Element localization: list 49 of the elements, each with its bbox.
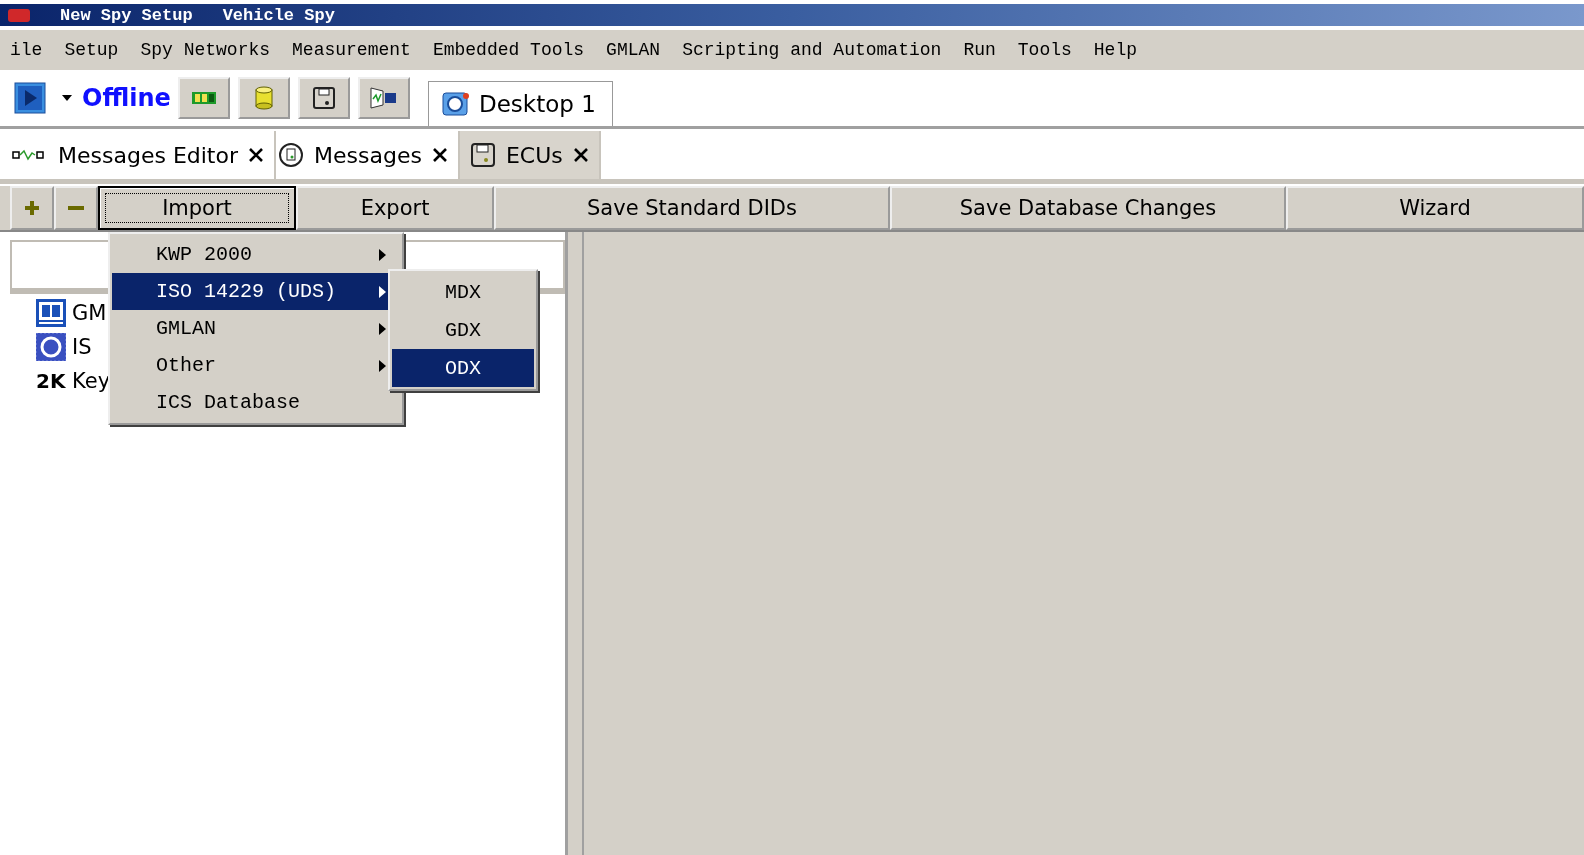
key-icon: 2K <box>36 369 66 393</box>
window-title: New Spy Setup <box>60 5 193 25</box>
close-icon[interactable] <box>248 147 264 163</box>
action-button[interactable]: Export <box>296 186 494 230</box>
document-tab[interactable]: ECUs <box>459 131 601 179</box>
database-icon <box>253 85 275 111</box>
clock-icon <box>278 142 304 168</box>
menu-item[interactable]: Embedded Tools <box>432 40 585 60</box>
menu-item[interactable]: Help <box>1093 40 1137 60</box>
document-tab[interactable]: Messages <box>276 131 460 179</box>
graph-window-button[interactable] <box>358 77 410 119</box>
database-button[interactable] <box>238 77 290 119</box>
action-button[interactable]: Import <box>98 186 296 230</box>
minus-icon <box>68 206 84 210</box>
menu-item[interactable]: Scripting and Automation <box>682 40 942 60</box>
action-button[interactable]: Save Database Changes <box>890 186 1286 230</box>
tree-item[interactable]: GM <box>72 301 107 325</box>
close-icon[interactable] <box>431 147 448 163</box>
menu-item[interactable]: ile <box>10 40 43 60</box>
status-label: Offline <box>82 84 172 112</box>
menu-item[interactable]: Tools <box>1017 40 1072 60</box>
hardware-button[interactable] <box>178 77 230 119</box>
action-button[interactable]: Save Standard DIDs <box>494 186 890 230</box>
save-button[interactable] <box>298 77 350 119</box>
logo-icon <box>36 299 66 327</box>
tree-item[interactable]: IS <box>72 335 92 359</box>
menu-item[interactable]: ODX <box>392 349 534 387</box>
plus-icon <box>23 199 41 217</box>
close-icon[interactable] <box>572 147 589 163</box>
app-icon <box>8 8 30 22</box>
signal-window-icon <box>369 85 399 111</box>
desktop-icon <box>441 90 471 118</box>
tree-item[interactable]: Key <box>72 369 111 393</box>
menu-item[interactable]: KWP 2000 <box>112 236 400 273</box>
standard-badge-icon <box>36 333 66 361</box>
add-button[interactable] <box>10 186 54 230</box>
menu-item[interactable]: Setup <box>64 40 119 60</box>
document-tab[interactable]: Messages Editor <box>10 131 276 179</box>
menu-item[interactable]: Spy Networks <box>140 40 271 60</box>
menu-item[interactable]: Measurement <box>292 40 411 60</box>
menu-item[interactable]: ICS Database <box>112 384 400 421</box>
remove-button[interactable] <box>54 186 98 230</box>
window-title: Vehicle Spy <box>222 5 335 25</box>
action-button[interactable]: Wizard <box>1286 186 1584 230</box>
dropdown-caret-icon[interactable] <box>62 95 72 101</box>
play-icon[interactable] <box>14 82 46 114</box>
menu-item[interactable]: Run <box>963 40 996 60</box>
menu-item[interactable]: GMLAN <box>606 40 661 60</box>
desktop-tab[interactable]: Desktop 1 <box>428 81 613 126</box>
